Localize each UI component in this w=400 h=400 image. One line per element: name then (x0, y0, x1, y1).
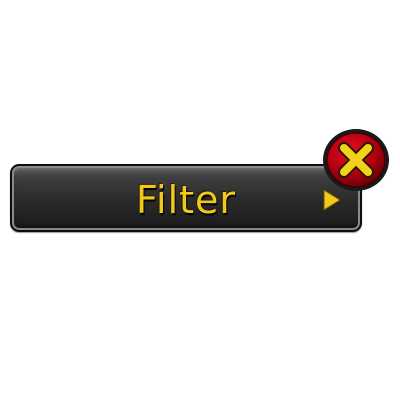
filter-button-label: Filter (135, 178, 237, 222)
stage: Filter (0, 0, 400, 400)
filter-button[interactable]: Filter (10, 164, 362, 232)
close-badge-button[interactable] (321, 127, 391, 193)
close-x-icon (323, 129, 389, 191)
